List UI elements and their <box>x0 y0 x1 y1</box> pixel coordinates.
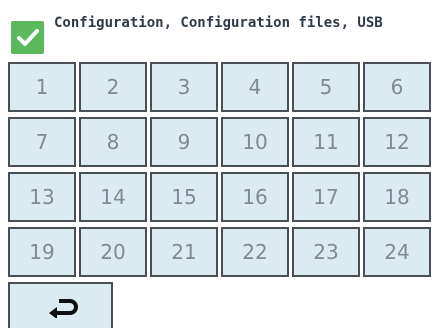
slot-button-5[interactable]: 5 <box>292 62 360 112</box>
slot-button-2[interactable]: 2 <box>79 62 147 112</box>
slot-button-14[interactable]: 14 <box>79 172 147 222</box>
slot-button-11[interactable]: 11 <box>292 117 360 167</box>
slot-button-16[interactable]: 16 <box>221 172 289 222</box>
slot-button-6[interactable]: 6 <box>363 62 431 112</box>
slot-button-24[interactable]: 24 <box>363 227 431 277</box>
slot-button-23[interactable]: 23 <box>292 227 360 277</box>
slot-button-3[interactable]: 3 <box>150 62 218 112</box>
slot-button-4[interactable]: 4 <box>221 62 289 112</box>
header-bar: Configuration, Configuration files, USB <box>0 0 435 62</box>
slot-button-15[interactable]: 15 <box>150 172 218 222</box>
slot-button-10[interactable]: 10 <box>221 117 289 167</box>
slot-button-12[interactable]: 12 <box>363 117 431 167</box>
back-button[interactable] <box>8 282 113 328</box>
slot-button-1[interactable]: 1 <box>8 62 76 112</box>
checkmark-icon <box>11 21 44 54</box>
slot-button-13[interactable]: 13 <box>8 172 76 222</box>
file-slot-grid: 1 2 3 4 5 6 7 8 9 10 11 12 13 14 15 16 1… <box>8 62 435 282</box>
slot-button-18[interactable]: 18 <box>363 172 431 222</box>
slot-button-8[interactable]: 8 <box>79 117 147 167</box>
slot-button-19[interactable]: 19 <box>8 227 76 277</box>
page-title: Configuration, Configuration files, USB <box>54 15 383 31</box>
slot-button-17[interactable]: 17 <box>292 172 360 222</box>
slot-button-7[interactable]: 7 <box>8 117 76 167</box>
slot-button-9[interactable]: 9 <box>150 117 218 167</box>
slot-button-22[interactable]: 22 <box>221 227 289 277</box>
return-arrow-icon <box>49 299 78 318</box>
slot-button-20[interactable]: 20 <box>79 227 147 277</box>
slot-button-21[interactable]: 21 <box>150 227 218 277</box>
